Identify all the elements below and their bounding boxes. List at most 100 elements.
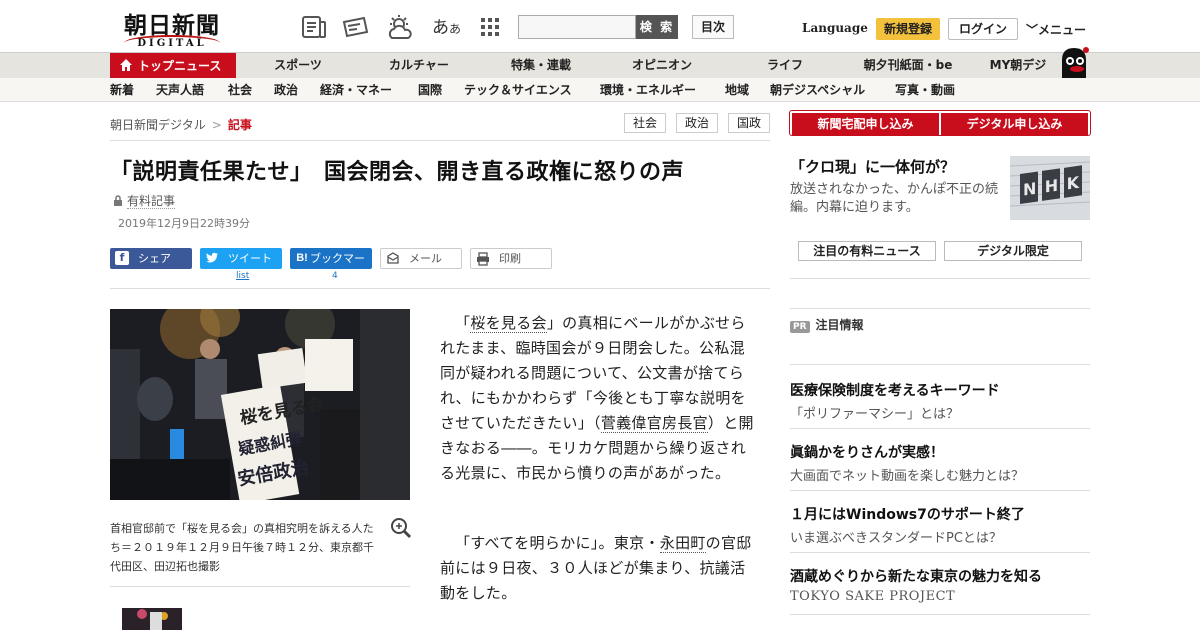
link-nagatacho[interactable]: 永田町 xyxy=(659,534,706,553)
breadcrumb: 朝日新聞デジタル > 記事 xyxy=(110,116,252,133)
digital-subscribe-button[interactable]: デジタル申し込み xyxy=(941,113,1088,135)
print-button[interactable]: 印刷 xyxy=(470,248,552,269)
pr-item-subtitle[interactable]: 「ポリファーマシー」とは？ xyxy=(790,403,959,422)
photo-thumbnail[interactable] xyxy=(122,608,182,630)
nav-photo-video[interactable]: 写真・動画 xyxy=(895,78,955,102)
site-header: 朝日新聞 DIGITAL ああ 検 索 目次 Language 新規登録 ログイ… xyxy=(0,0,1200,52)
newspaper-subscribe-button[interactable]: 新聞宅配申し込み xyxy=(792,113,939,135)
tag-national-politics[interactable]: 国政 xyxy=(728,113,770,133)
mascot-icon[interactable] xyxy=(1056,44,1092,80)
article-photo[interactable]: 桜を見る会 疑惑糾弾 安倍政治 xyxy=(110,309,410,500)
paid-article-label: 有料記事 xyxy=(113,192,176,209)
divider xyxy=(790,278,1090,279)
nav-culture[interactable]: カルチャー xyxy=(376,53,462,78)
newspaper-icon[interactable] xyxy=(300,14,328,40)
tweet-button[interactable]: ツイート xyxy=(200,248,282,269)
breadcrumb-separator: > xyxy=(211,118,222,132)
printer-icon xyxy=(477,252,489,266)
pr-item-subtitle[interactable]: 大画面でネット動画を楽しむ魅力とは？ xyxy=(790,465,1024,484)
tweet-count[interactable]: list xyxy=(236,271,249,281)
tag-society[interactable]: 社会 xyxy=(624,113,666,133)
breadcrumb-current: 記事 xyxy=(227,118,252,132)
divider xyxy=(790,308,1090,309)
pr-item-subtitle[interactable]: TOKYO SAKE PROJECT xyxy=(790,589,955,604)
hatena-bookmark-button[interactable]: B! ブックマーク xyxy=(290,248,372,286)
search-input[interactable] xyxy=(518,15,636,39)
facebook-icon: f xyxy=(115,251,129,265)
pr-item-subtitle[interactable]: いま選ぶべきスタンダードPCとは？ xyxy=(790,527,1002,546)
toc-button[interactable]: 目次 xyxy=(692,15,734,39)
tab-paid-news[interactable]: 注目の有料ニュース xyxy=(798,241,936,261)
home-icon xyxy=(120,59,132,71)
pr-item-title[interactable]: 医療保険制度を考えるキーワード xyxy=(790,380,1000,400)
paid-article-text[interactable]: 有料記事 xyxy=(127,194,176,209)
twitter-bird-icon xyxy=(206,252,219,263)
divider xyxy=(790,364,1090,365)
para2-a: 「すべてを明らかに」。東京・ xyxy=(455,534,660,552)
nav-top-news[interactable]: トップニュース xyxy=(110,53,236,79)
nav-sports[interactable]: スポーツ xyxy=(258,53,338,78)
hatena-bookmark-label: ブックマーク xyxy=(310,252,365,286)
font-size-large: あ xyxy=(432,18,449,38)
grid-menu-icon[interactable] xyxy=(476,14,504,40)
weather-icon[interactable] xyxy=(386,14,414,40)
ticket-icon[interactable] xyxy=(342,14,370,40)
mail-button[interactable]: メール xyxy=(380,248,462,269)
chevron-down-icon: ﹀ xyxy=(1026,23,1039,37)
asahi-digital-logo[interactable]: 朝日新聞 DIGITAL xyxy=(116,6,228,49)
nav-tensei-jingo[interactable]: 天声人語 xyxy=(156,78,204,102)
nav-special[interactable]: 朝デジスペシャル xyxy=(770,78,865,102)
language-link[interactable]: Language xyxy=(802,21,868,35)
link-suga-yoshihide[interactable]: 菅義偉官房長官 xyxy=(600,414,708,433)
article-paragraph-1: 「桜を見る会」の真相にベールがかぶせられたまま、臨時国会が９日閉会した。公私混同… xyxy=(440,311,760,486)
bookmark-count[interactable]: 4 xyxy=(332,271,338,281)
feature-title[interactable]: 「クロ現」に一体何が？ xyxy=(790,156,955,177)
font-size-toggle[interactable]: ああ xyxy=(432,13,461,38)
pr-item-title[interactable]: 酒蔵めぐりから新たな東京の魅力を知る xyxy=(790,566,1042,586)
search-button[interactable]: 検 索 xyxy=(636,15,678,39)
nav-environment[interactable]: 環境・エネルギー xyxy=(600,78,696,102)
nav-features[interactable]: 特集・連載 xyxy=(500,53,582,78)
article-paragraph-2: 「すべてを明らかに」。東京・永田町の官邸前には９日夜、３０人ほどが集まり、抗議活… xyxy=(440,531,760,606)
thumbnail-image xyxy=(122,608,182,630)
nav-newspaper[interactable]: 朝夕刊紙面・be xyxy=(858,53,958,78)
tab-digital-only[interactable]: デジタル限定 xyxy=(944,241,1082,261)
feature-description[interactable]: 放送されなかった、かんぽ不正の続編。内幕に迫ります。 xyxy=(790,181,1000,217)
mail-label: メール xyxy=(409,252,442,265)
login-button[interactable]: ログイン xyxy=(948,18,1018,40)
nav-society[interactable]: 社会 xyxy=(228,78,252,102)
feature-image[interactable]: NHK xyxy=(1010,156,1090,220)
article-date: 2019年12月9日22時39分 xyxy=(118,217,250,230)
nav-economy[interactable]: 経済・マネー xyxy=(320,78,392,102)
font-size-small: あ xyxy=(449,22,462,36)
nav-opinion[interactable]: オピニオン xyxy=(620,53,704,78)
nav-top-news-label: トップニュース xyxy=(138,59,222,73)
nav-my-asadigi[interactable]: MY朝デジ xyxy=(982,53,1054,78)
facebook-share-button[interactable]: f シェア xyxy=(110,248,192,269)
pr-item-title[interactable]: １月にはWindows7のサポート終了 xyxy=(790,504,1025,524)
nav-tech-science[interactable]: テック＆サイエンス xyxy=(464,78,572,102)
divider xyxy=(790,552,1090,553)
zoom-icon[interactable] xyxy=(390,517,412,539)
nav-politics[interactable]: 政治 xyxy=(274,78,298,102)
nhk-building-image: NHK xyxy=(1010,156,1090,220)
pr-heading-text: 注目情報 xyxy=(815,318,864,332)
nav-latest[interactable]: 新着 xyxy=(110,78,134,102)
protest-photo-image: 桜を見る会 疑惑糾弾 安倍政治 xyxy=(110,309,410,500)
article-title: 「説明責任果たせ」 国会閉会、開き直る政権に怒りの声 xyxy=(110,160,685,185)
tag-politics[interactable]: 政治 xyxy=(676,113,718,133)
breadcrumb-root[interactable]: 朝日新聞デジタル xyxy=(110,118,206,132)
para1-a: 「 xyxy=(455,314,471,332)
hatena-bookmark-icon: B! xyxy=(296,252,308,264)
menu-label: メニュー xyxy=(1038,23,1087,37)
nav-life[interactable]: ライフ xyxy=(756,53,814,78)
register-button[interactable]: 新規登録 xyxy=(876,18,940,40)
menu-button[interactable]: ﹀メニュー xyxy=(1026,21,1086,38)
pr-item-title[interactable]: 眞鍋かをりさんが実感！ xyxy=(790,442,944,462)
photo-caption: 首相官邸前で「桜を見る会」の真相究明を訴える人たち＝２０１９年１２月９日午後７時… xyxy=(110,522,374,573)
facebook-share-label: シェア xyxy=(138,252,171,265)
nav-international[interactable]: 国際 xyxy=(418,78,442,102)
link-sakura-wo-miru-kai[interactable]: 桜を見る会 xyxy=(470,314,547,333)
nav-regional[interactable]: 地域 xyxy=(725,78,749,102)
mail-icon xyxy=(387,252,399,264)
